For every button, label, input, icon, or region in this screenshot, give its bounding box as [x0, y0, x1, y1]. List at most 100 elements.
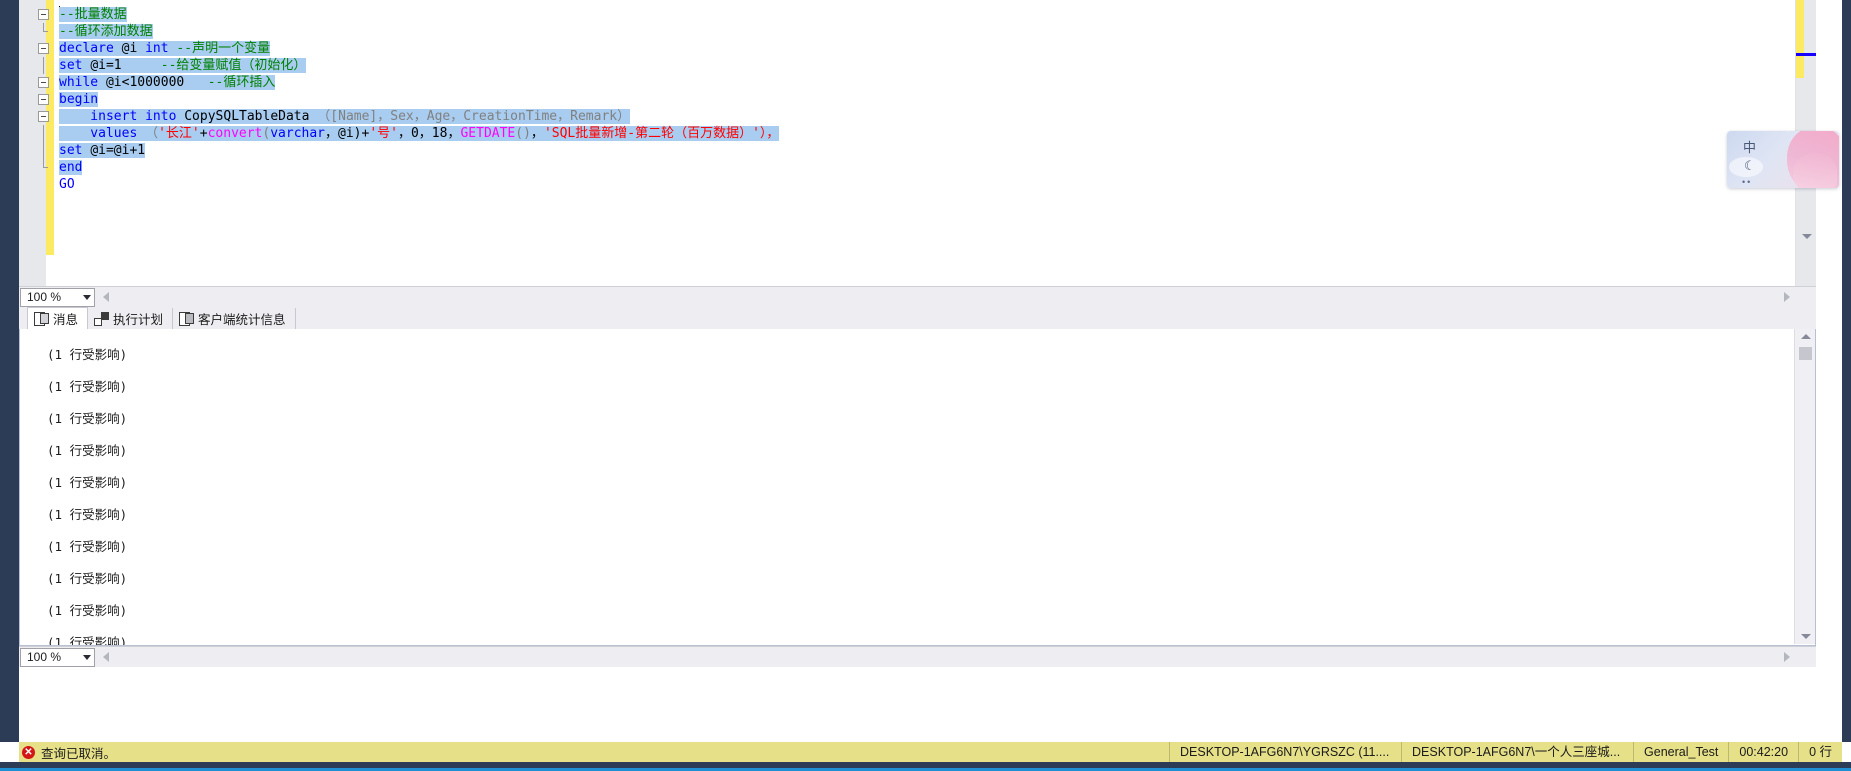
sql-editor-pane[interactable]: --批量数据 --循环添加数据 declare @i int --声明一个变量 set…: [19, 0, 1816, 286]
sql-code-text[interactable]: --批量数据 --循环添加数据 declare @i int --声明一个变量 set…: [35, 6, 1795, 193]
status-message-group: ✕ 查询已取消。: [19, 743, 116, 762]
code-token: (): [515, 126, 531, 141]
code-token: --给变量赋值（初始化）: [160, 58, 307, 73]
code-line-text: GO: [59, 176, 75, 193]
code-line[interactable]: GO: [35, 176, 1795, 193]
code-token: 'SQL批量新增-第二轮（百万数据）'），: [543, 126, 780, 141]
message-row: (1 行受影响): [47, 411, 128, 426]
results-tab-1[interactable]: 执行计划: [88, 308, 174, 329]
code-line-text: --循环添加数据: [59, 23, 153, 40]
results-tab-2[interactable]: 客户端统计信息: [173, 308, 296, 329]
ssms-window: --批量数据 --循环添加数据 declare @i int --声明一个变量 set…: [0, 0, 1851, 771]
fold-toggle-icon[interactable]: [38, 77, 49, 88]
status-database[interactable]: General_Test: [1633, 742, 1728, 762]
message-row: (1 行受影响): [47, 347, 128, 362]
status-bar: ✕ 查询已取消。 DESKTOP-1AFG6N7\YGRSZC (11.... …: [19, 742, 1842, 762]
editor-hscroll-left-arrow-icon[interactable]: [103, 292, 109, 302]
message-row: (1 行受影响): [47, 507, 128, 522]
status-message: 查询已取消。: [41, 746, 117, 761]
code-line-text: values （'长江'+convert(varchar，@i)+'号'，0，1…: [59, 125, 780, 142]
ime-more-dots-icon[interactable]: ••: [1742, 177, 1752, 187]
message-row: (1 行受影响): [47, 635, 128, 646]
code-line[interactable]: end: [35, 159, 1795, 176]
code-token: +: [199, 126, 208, 141]
code-line[interactable]: insert into CopySQLTableData （[Name]，Sex…: [35, 108, 1795, 125]
scroll-up-arrow-icon[interactable]: [1801, 334, 1811, 339]
code-token: --声明一个变量: [176, 41, 271, 56]
ime-avatar-decoration-2: [1793, 153, 1837, 188]
code-line[interactable]: set @i=1 --给变量赋值（初始化）: [35, 57, 1795, 74]
ime-floating-widget[interactable]: 中 ☾ ••: [1727, 131, 1839, 188]
code-line[interactable]: begin: [35, 91, 1795, 108]
fold-toggle-icon[interactable]: [38, 9, 49, 20]
results-zoom-value: 100 %: [27, 650, 62, 664]
results-hscroll-left-arrow-icon[interactable]: [103, 652, 109, 662]
code-line[interactable]: set @i=@i+1: [35, 142, 1795, 159]
execution-plan-icon: [94, 312, 110, 326]
editor-hscroll-right-arrow-icon[interactable]: [1784, 292, 1790, 302]
code-token: begin: [59, 92, 99, 107]
results-zoom-select[interactable]: 100 %: [20, 647, 95, 667]
code-token: values: [59, 126, 146, 141]
code-token: --批量数据: [59, 7, 127, 22]
code-line[interactable]: --批量数据: [35, 6, 1795, 23]
fold-toggle-icon[interactable]: [38, 94, 49, 105]
results-hscroll-right-arrow-icon[interactable]: [1784, 652, 1790, 662]
messages-vertical-scrollbar[interactable]: [1794, 329, 1815, 644]
code-token: '长江': [158, 126, 200, 141]
fold-guide-line: [43, 57, 44, 74]
messages-list: (1 行受影响) (1 行受影响) (1 行受影响) (1 行受影响) (1 行受影响)…: [20, 329, 1795, 646]
code-token: varchar: [270, 126, 326, 141]
code-token: ，@i)+: [325, 126, 370, 141]
code-line-text: end: [59, 159, 83, 176]
editor-zoom-select[interactable]: 100 %: [20, 287, 95, 307]
code-line-text: insert into CopySQLTableData （[Name]，Sex…: [59, 108, 631, 125]
fold-guide-line: [43, 125, 44, 142]
status-user[interactable]: DESKTOP-1AFG6N7\一个人三座城...: [1401, 742, 1633, 762]
code-token: GO: [59, 177, 75, 192]
chevron-down-icon[interactable]: [83, 294, 91, 300]
results-tab-0[interactable]: 消息: [27, 307, 89, 329]
fold-toggle-icon[interactable]: [38, 43, 49, 54]
code-token: ，0，18，: [397, 126, 461, 141]
code-line[interactable]: values （'长江'+convert(varchar，@i)+'号'，0，1…: [35, 125, 1795, 142]
scrollbar-thumb[interactable]: [1799, 347, 1812, 360]
message-row: (1 行受影响): [47, 571, 128, 586]
code-line[interactable]: --循环添加数据: [35, 23, 1795, 40]
scroll-down-arrow-icon[interactable]: [1802, 234, 1812, 239]
messages-icon: [34, 312, 49, 326]
code-token: int: [145, 41, 177, 56]
code-line-text: begin: [59, 91, 99, 108]
code-token: --循环插入: [207, 75, 276, 90]
results-zoom-bar: 100 %: [19, 646, 1816, 667]
chevron-down-icon[interactable]: [83, 654, 91, 660]
moon-icon[interactable]: ☾: [1744, 159, 1756, 174]
status-server[interactable]: DESKTOP-1AFG6N7\YGRSZC (11....: [1169, 742, 1401, 762]
results-tab-label: 执行计划: [113, 313, 164, 327]
code-token: ，: [530, 126, 544, 141]
code-token: GETDATE: [460, 126, 516, 141]
code-line[interactable]: declare @i int --声明一个变量: [35, 40, 1795, 57]
editor-scroll-caret-marker: [1796, 53, 1816, 56]
fold-guide-line: [43, 23, 48, 32]
window-frame-right: [1842, 0, 1851, 742]
code-line-text: set @i=1 --给变量赋值（初始化）: [59, 57, 307, 74]
code-line[interactable]: while @i<1000000 --循环插入: [35, 74, 1795, 91]
code-token: declare: [59, 41, 122, 56]
scroll-down-arrow-icon[interactable]: [1801, 634, 1811, 639]
code-token: set: [59, 58, 91, 73]
client-statistics-icon: [179, 312, 195, 326]
results-tab-strip[interactable]: 消息 执行计划 客户端统计信息: [19, 307, 1816, 329]
code-line-text: --批量数据: [59, 6, 127, 23]
code-token: CopySQLTableData: [184, 109, 318, 124]
results-tab-label: 客户端统计信息: [198, 313, 286, 327]
messages-pane[interactable]: (1 行受影响) (1 行受影响) (1 行受影响) (1 行受影响) (1 行受影响)…: [19, 329, 1816, 646]
code-token: @i: [121, 41, 146, 56]
code-token: （[Name]，Sex，Age，CreationTime，Remark）: [317, 109, 631, 124]
message-row: (1 行受影响): [47, 539, 128, 554]
code-token: （: [145, 126, 159, 141]
fold-guide-line: [43, 159, 48, 168]
message-row: (1 行受影响): [47, 603, 128, 618]
fold-toggle-icon[interactable]: [38, 111, 49, 122]
ime-mode-label[interactable]: 中: [1743, 137, 1756, 156]
